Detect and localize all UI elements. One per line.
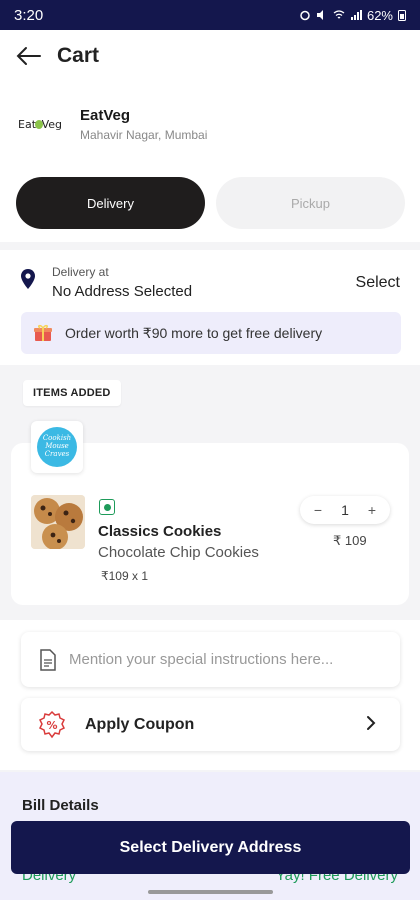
delivery-address-value: No Address Selected xyxy=(52,283,193,300)
free-delivery-text: Order worth ₹90 more to get free deliver… xyxy=(65,324,323,341)
page-title: Cart xyxy=(57,44,100,67)
brand-logo-circle: Cookish Mouse Craves xyxy=(37,427,77,467)
gift-icon xyxy=(34,324,52,341)
home-indicator[interactable] xyxy=(148,890,273,894)
item-total-price: ₹ 109 xyxy=(333,533,367,548)
restaurant-name: EatVeg xyxy=(80,107,131,124)
restaurant-address: Mahavir Nagar, Mumbai xyxy=(80,128,208,142)
cookie-image xyxy=(31,495,85,549)
select-delivery-address-button[interactable]: Select Delivery Address xyxy=(11,821,410,874)
alarm-icon xyxy=(300,10,310,21)
app-header: Cart xyxy=(0,30,420,82)
apply-coupon-label: Apply Coupon xyxy=(85,715,195,733)
coupon-icon: % xyxy=(38,710,66,738)
item-quantity: 1 xyxy=(341,502,349,518)
restaurant-logo: Eat Veg xyxy=(18,117,62,131)
delivery-toggle[interactable]: Delivery xyxy=(16,177,205,229)
restaurant-section: Eat Veg EatVeg Mahavir Nagar, Mumbai Deli… xyxy=(0,82,420,242)
delivery-address-section: Delivery at No Address Selected Select O… xyxy=(0,250,420,365)
special-instructions-input[interactable] xyxy=(69,651,379,668)
battery-icon xyxy=(398,10,406,21)
delivery-at-label: Delivery at xyxy=(52,265,109,279)
chevron-right-icon xyxy=(367,716,376,730)
free-delivery-banner: Order worth ₹90 more to get free deliver… xyxy=(21,312,401,354)
wifi-icon xyxy=(333,10,345,19)
status-time: 3:20 xyxy=(14,6,44,24)
pickup-toggle[interactable]: Pickup xyxy=(216,177,405,229)
item-name: Classics Cookies xyxy=(98,523,222,540)
select-address-button[interactable]: Select xyxy=(356,274,400,292)
apply-coupon-button[interactable]: % Apply Coupon xyxy=(21,698,400,751)
status-icons: 62% xyxy=(299,8,406,23)
items-added-tag: ITEMS ADDED xyxy=(23,380,121,406)
bill-details-title: Bill Details xyxy=(22,797,99,814)
decrement-button[interactable]: − xyxy=(310,502,326,518)
svg-text:%: % xyxy=(46,719,57,732)
brand-logo: Cookish Mouse Craves xyxy=(31,421,83,473)
mute-icon xyxy=(316,10,323,20)
item-image xyxy=(31,495,85,549)
back-button[interactable] xyxy=(14,42,42,70)
battery-percent: 62% xyxy=(366,7,393,23)
signal-icon xyxy=(350,10,362,20)
increment-button[interactable]: + xyxy=(364,502,380,518)
veg-indicator-icon xyxy=(99,499,115,515)
special-instructions-field[interactable] xyxy=(21,632,400,687)
item-description: Chocolate Chip Cookies xyxy=(98,544,259,561)
location-pin-icon xyxy=(21,269,35,289)
item-price-line: ₹109 x 1 xyxy=(101,569,148,583)
quantity-stepper: − 1 + xyxy=(300,496,390,524)
status-bar: 3:20 62% xyxy=(0,0,420,30)
note-icon xyxy=(40,648,56,671)
arrow-left-icon xyxy=(16,47,41,65)
